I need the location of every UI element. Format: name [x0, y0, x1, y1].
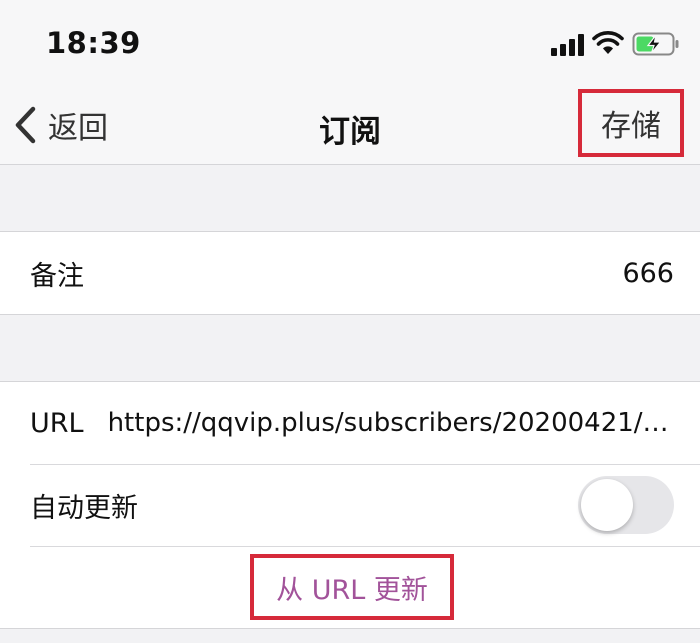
subscription-screen: 18:39 返回 订阅 存储 备注 666 URL https://qqvip.…	[0, 0, 700, 643]
toggle-knob	[581, 479, 633, 531]
url-settings-group: URL https://qqvip.plus/subscribers/20200…	[0, 381, 700, 629]
update-button-row: 从 URL 更新	[0, 546, 700, 628]
status-bar: 18:39	[0, 0, 700, 86]
url-label: URL	[30, 407, 84, 439]
remark-label: 备注	[30, 260, 84, 292]
save-button[interactable]: 存储	[578, 89, 684, 157]
signal-icon	[551, 34, 585, 56]
battery-charging-icon	[632, 32, 679, 56]
auto-update-label: 自动更新	[30, 492, 138, 524]
update-from-url-button[interactable]: 从 URL 更新	[250, 554, 454, 620]
status-time: 18:39	[46, 26, 141, 60]
auto-update-row: 自动更新	[0, 464, 700, 546]
nav-bar: 返回 订阅 存储	[0, 86, 700, 165]
url-row[interactable]: URL https://qqvip.plus/subscribers/20200…	[0, 382, 700, 464]
auto-update-toggle[interactable]	[578, 476, 674, 534]
remark-row[interactable]: 备注 666	[0, 232, 700, 314]
remark-group: 备注 666	[0, 231, 700, 315]
remark-value[interactable]: 666	[622, 258, 674, 289]
wifi-icon	[592, 31, 624, 54]
url-field[interactable]: https://qqvip.plus/subscribers/20200421/…	[108, 408, 674, 438]
